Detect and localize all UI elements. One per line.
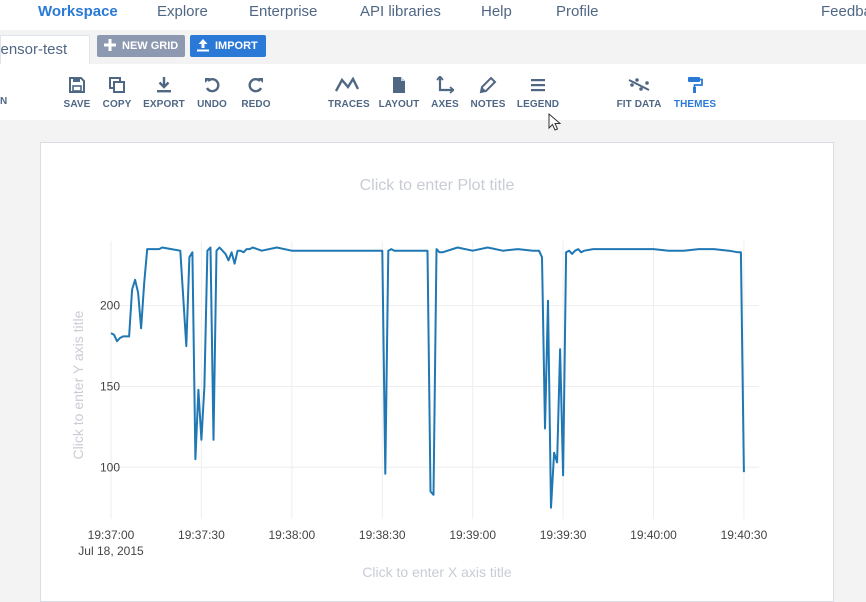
paint-roller-icon: [688, 77, 703, 93]
axes-icon: [436, 76, 454, 94]
x-date-label: Jul 18, 2015: [78, 544, 144, 558]
import-label: IMPORT: [215, 40, 258, 52]
notes-button[interactable]: NOTES: [470, 64, 506, 120]
nav-help[interactable]: Help: [481, 3, 512, 20]
save-icon: [69, 77, 85, 93]
pencil-icon: [479, 76, 497, 94]
y-tick-labels: 100 150 200: [100, 299, 120, 475]
x-tick-labels: 19:37:00 19:37:30 19:38:00 19:38:30 19:39:00…: [88, 528, 768, 542]
plot-canvas[interactable]: Click to enter Plot title 100 150 200 19:3…: [40, 142, 834, 602]
x-tick-label: 19:37:00: [88, 528, 135, 542]
x-tick-label: 19:38:00: [268, 528, 315, 542]
fit-data-button[interactable]: FIT DATA: [614, 64, 664, 120]
nav-explore[interactable]: Explore: [157, 3, 208, 20]
undo-button[interactable]: UNDO: [195, 64, 229, 120]
x-tick-label: 19:37:30: [178, 528, 225, 542]
save-button[interactable]: SAVE: [62, 64, 92, 120]
toolbar-edge-label: N: [0, 96, 8, 107]
new-grid-button[interactable]: NEW GRID: [97, 35, 185, 57]
nav-profile[interactable]: Profile: [556, 3, 599, 20]
export-button[interactable]: EXPORT: [142, 64, 186, 120]
list-icon: [531, 79, 545, 92]
save-label: SAVE: [63, 99, 91, 110]
redo-label: REDO: [241, 99, 271, 110]
copy-icon: [109, 77, 125, 93]
export-label: EXPORT: [143, 99, 185, 110]
copy-label: COPY: [102, 99, 132, 110]
legend-label: LEGEND: [516, 99, 560, 110]
upload-icon: [197, 39, 209, 52]
axes-label: AXES: [431, 99, 459, 110]
redo-button[interactable]: REDO: [240, 64, 272, 120]
traces-button[interactable]: TRACES: [328, 64, 370, 120]
mouse-pointer-icon: [548, 113, 562, 131]
traces-label: TRACES: [328, 99, 370, 110]
layout-button[interactable]: LAYOUT: [378, 64, 420, 120]
new-grid-label: NEW GRID: [122, 40, 179, 52]
file-tab[interactable]: sensor-test: [0, 35, 90, 64]
themes-button[interactable]: THEMES: [672, 64, 718, 120]
fit-data-icon: [628, 78, 650, 91]
x-tick-label: 19:39:00: [449, 528, 496, 542]
nav-feedback[interactable]: Feedback: [821, 3, 866, 20]
toolbar: N SAVE COPY EXPORT UNDO REDO TRACES LAYO…: [0, 64, 866, 120]
fit-data-label: FIT DATA: [616, 99, 662, 110]
nav-enterprise[interactable]: Enterprise: [249, 3, 317, 20]
x-tick-label: 19:40:30: [721, 528, 768, 542]
notes-label: NOTES: [470, 99, 506, 110]
series-line[interactable]: [110, 246, 745, 509]
top-navigation: Workspace Explore Enterprise API librari…: [0, 0, 866, 30]
download-icon: [157, 77, 171, 93]
nav-api-libraries[interactable]: API libraries: [360, 3, 441, 20]
traces-icon: [335, 76, 359, 92]
tab-strip: sensor-test NEW GRID IMPORT: [0, 30, 866, 64]
line-chart[interactable]: 100 150 200 19:37:00 19:37:30 19:38:00 19:38:…: [41, 143, 833, 601]
x-tick-label: 19:40:00: [630, 528, 677, 542]
document-icon: [393, 77, 405, 93]
y-tick-label: 100: [100, 460, 120, 474]
undo-label: UNDO: [197, 99, 227, 110]
redo-icon: [248, 78, 263, 93]
undo-icon: [205, 78, 220, 93]
x-tick-label: 19:38:30: [359, 528, 406, 542]
import-button[interactable]: IMPORT: [190, 35, 266, 57]
x-axis-title[interactable]: Click to enter X axis title: [362, 564, 512, 580]
themes-label: THEMES: [673, 99, 717, 110]
file-tab-label: sensor-test: [0, 41, 68, 58]
plus-icon: [104, 39, 116, 51]
axes-button[interactable]: AXES: [430, 64, 460, 120]
y-tick-label: 150: [100, 379, 120, 393]
nav-workspace[interactable]: Workspace: [38, 3, 118, 20]
x-tick-label: 19:39:30: [540, 528, 587, 542]
legend-button[interactable]: LEGEND: [516, 64, 560, 120]
y-tick-label: 200: [100, 299, 120, 313]
copy-button[interactable]: COPY: [102, 64, 132, 120]
layout-label: LAYOUT: [378, 99, 420, 110]
y-axis-title[interactable]: Click to enter Y axis title: [70, 310, 86, 459]
